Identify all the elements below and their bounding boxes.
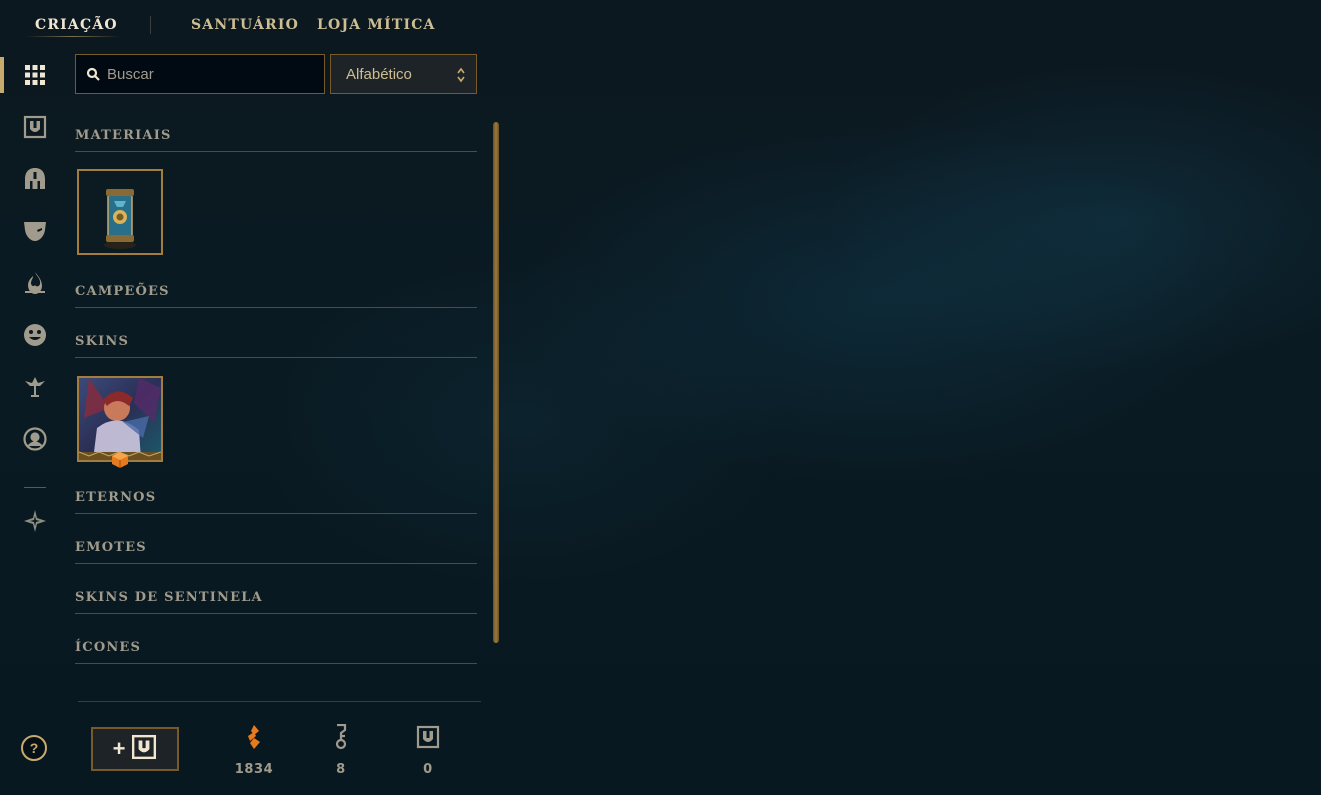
chest-value: 0 bbox=[423, 762, 433, 777]
orange-essence-value: 1834 bbox=[234, 762, 274, 777]
top-nav: CRIAÇÃO SANTUÁRIO LOJA MÍTICA bbox=[0, 0, 1321, 50]
section-skins-de-sentinela[interactable]: SKINS DE SENTINELA bbox=[75, 590, 263, 605]
section-divider bbox=[75, 307, 477, 308]
key-fragment-counter: 8 bbox=[311, 724, 371, 777]
section-divider bbox=[75, 151, 477, 152]
sort-dropdown[interactable]: Alfabético bbox=[330, 54, 477, 94]
hextech-chest-icon[interactable] bbox=[22, 114, 48, 140]
skin-shard-tile[interactable] bbox=[77, 376, 163, 462]
help-button[interactable]: ? bbox=[21, 735, 47, 761]
chest-icon bbox=[131, 734, 157, 765]
profile-icon[interactable] bbox=[22, 426, 48, 452]
section-divider bbox=[75, 513, 477, 514]
shard-badge-icon bbox=[111, 451, 129, 469]
eternals-flame-icon[interactable] bbox=[22, 270, 48, 296]
search-box[interactable] bbox=[75, 54, 325, 94]
search-icon bbox=[85, 66, 101, 82]
orange-essence-icon bbox=[241, 724, 267, 750]
emote-face-icon[interactable] bbox=[22, 322, 48, 348]
plus-icon: + bbox=[112, 736, 126, 761]
section-skins[interactable]: SKINS bbox=[75, 334, 129, 349]
section-campeoes[interactable]: CAMPEÕES bbox=[75, 284, 170, 299]
section-eternos[interactable]: ETERNOS bbox=[75, 490, 156, 505]
craft-key-button[interactable]: + bbox=[91, 727, 179, 771]
key-fragment-icon bbox=[328, 724, 354, 750]
tft-little-legend-icon[interactable] bbox=[22, 508, 48, 534]
skin-mask-icon[interactable] bbox=[22, 218, 48, 244]
section-divider bbox=[75, 357, 477, 358]
champion-helmet-icon[interactable] bbox=[22, 166, 48, 192]
skin-artwork bbox=[79, 378, 161, 460]
section-divider bbox=[75, 663, 477, 664]
loot-scrollbar[interactable] bbox=[493, 122, 499, 643]
footer-divider bbox=[78, 701, 481, 702]
search-input[interactable] bbox=[107, 65, 307, 83]
chevron-up-down-icon bbox=[456, 66, 466, 84]
section-emotes[interactable]: EMOTES bbox=[75, 540, 147, 555]
section-icones[interactable]: ÍCONES bbox=[75, 640, 141, 655]
chest-counter: 0 bbox=[398, 724, 458, 777]
left-rail bbox=[0, 50, 70, 795]
section-divider bbox=[75, 563, 477, 564]
rail-separator bbox=[24, 487, 46, 488]
tab-criacao[interactable]: CRIAÇÃO bbox=[35, 17, 118, 33]
active-tab-underline bbox=[26, 36, 120, 37]
section-divider bbox=[75, 613, 477, 614]
key-fragment-value: 8 bbox=[336, 762, 346, 777]
tab-santuario[interactable]: SANTUÁRIO bbox=[191, 17, 299, 33]
grid-icon[interactable] bbox=[22, 62, 48, 88]
sort-selected-value: Alfabético bbox=[346, 65, 412, 83]
nav-divider bbox=[150, 16, 151, 34]
capsule-icon bbox=[79, 171, 161, 253]
tab-loja-mitica[interactable]: LOJA MÍTICA bbox=[317, 17, 436, 33]
orange-essence-counter: 1834 bbox=[224, 724, 284, 777]
ward-icon[interactable] bbox=[22, 374, 48, 400]
section-materiais[interactable]: MATERIAIS bbox=[75, 128, 172, 143]
active-rail-indicator bbox=[0, 57, 4, 93]
material-capsule-tile[interactable] bbox=[77, 169, 163, 255]
chest-icon bbox=[415, 724, 441, 750]
